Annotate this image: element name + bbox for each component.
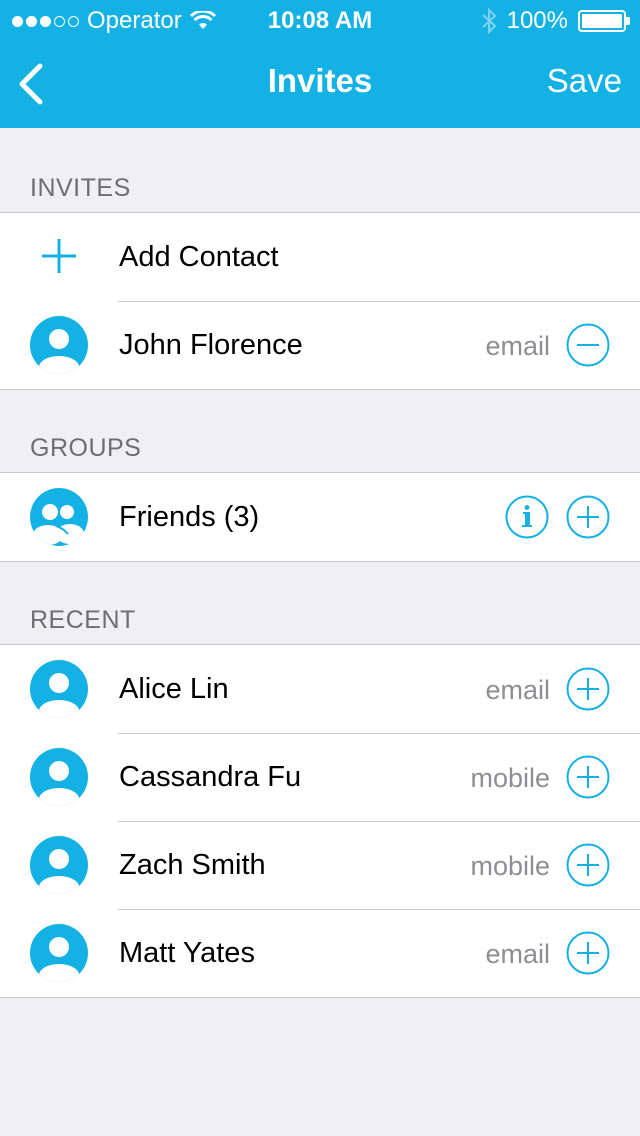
navigation-header: Operator 10:08 AM 100% Invites Save [0,0,640,128]
list-item: Zach Smith mobile [0,821,640,909]
contact-name: Cassandra Fu [119,761,302,793]
invites-group: Add Contact John Florence email [0,212,640,390]
add-contact-row[interactable]: Add Contact [0,213,640,301]
contact-type: email [485,331,550,361]
section-header-groups: GROUPS [30,434,142,462]
contact-type: mobile [470,851,550,881]
section-header-recent: RECENT [30,606,136,634]
save-button[interactable]: Save [547,62,622,100]
back-button[interactable] [12,60,52,108]
status-right: 100% [481,7,630,35]
list-item: Matt Yates email [0,909,640,997]
groups-group: Friends (3) [0,472,640,562]
section-header-invites: INVITES [30,174,131,202]
add-circle-icon[interactable] [566,755,610,799]
group-name: Friends (3) [119,501,260,533]
list-item: John Florence email [0,301,640,389]
info-icon[interactable] [505,495,549,539]
contact-name: Zach Smith [119,849,266,881]
list-item: Cassandra Fu mobile [0,733,640,821]
add-circle-icon[interactable] [566,667,610,711]
contact-avatar-icon [30,660,88,718]
invites-screen: Operator 10:08 AM 100% Invites Save INVI… [0,0,640,1136]
contact-type: mobile [470,763,550,793]
contact-name: Alice Lin [119,673,229,705]
plus-icon [42,239,76,273]
add-contact-label: Add Contact [119,241,279,273]
add-circle-icon[interactable] [566,495,610,539]
contact-name: Matt Yates [119,937,255,969]
remove-circle-icon[interactable] [566,323,610,367]
contact-avatar-icon [30,924,88,982]
list-item: Alice Lin email [0,645,640,733]
battery-icon [578,10,630,32]
contact-avatar-icon [30,748,88,806]
battery-percent: 100% [506,7,568,34]
status-bar: Operator 10:08 AM 100% [0,0,640,40]
group-avatar-icon [30,488,88,546]
contact-type: email [485,939,550,969]
add-circle-icon[interactable] [566,843,610,887]
contact-name: John Florence [119,329,303,361]
bluetooth-icon [481,8,497,34]
contact-avatar-icon [30,316,88,374]
contact-type: email [485,675,550,705]
add-circle-icon[interactable] [566,931,610,975]
contact-avatar-icon [30,836,88,894]
recent-group: Alice Lin email Cassandra Fu mobile Zach… [0,644,640,998]
list-item: Friends (3) [0,473,640,561]
page-title: Invites [267,62,373,99]
